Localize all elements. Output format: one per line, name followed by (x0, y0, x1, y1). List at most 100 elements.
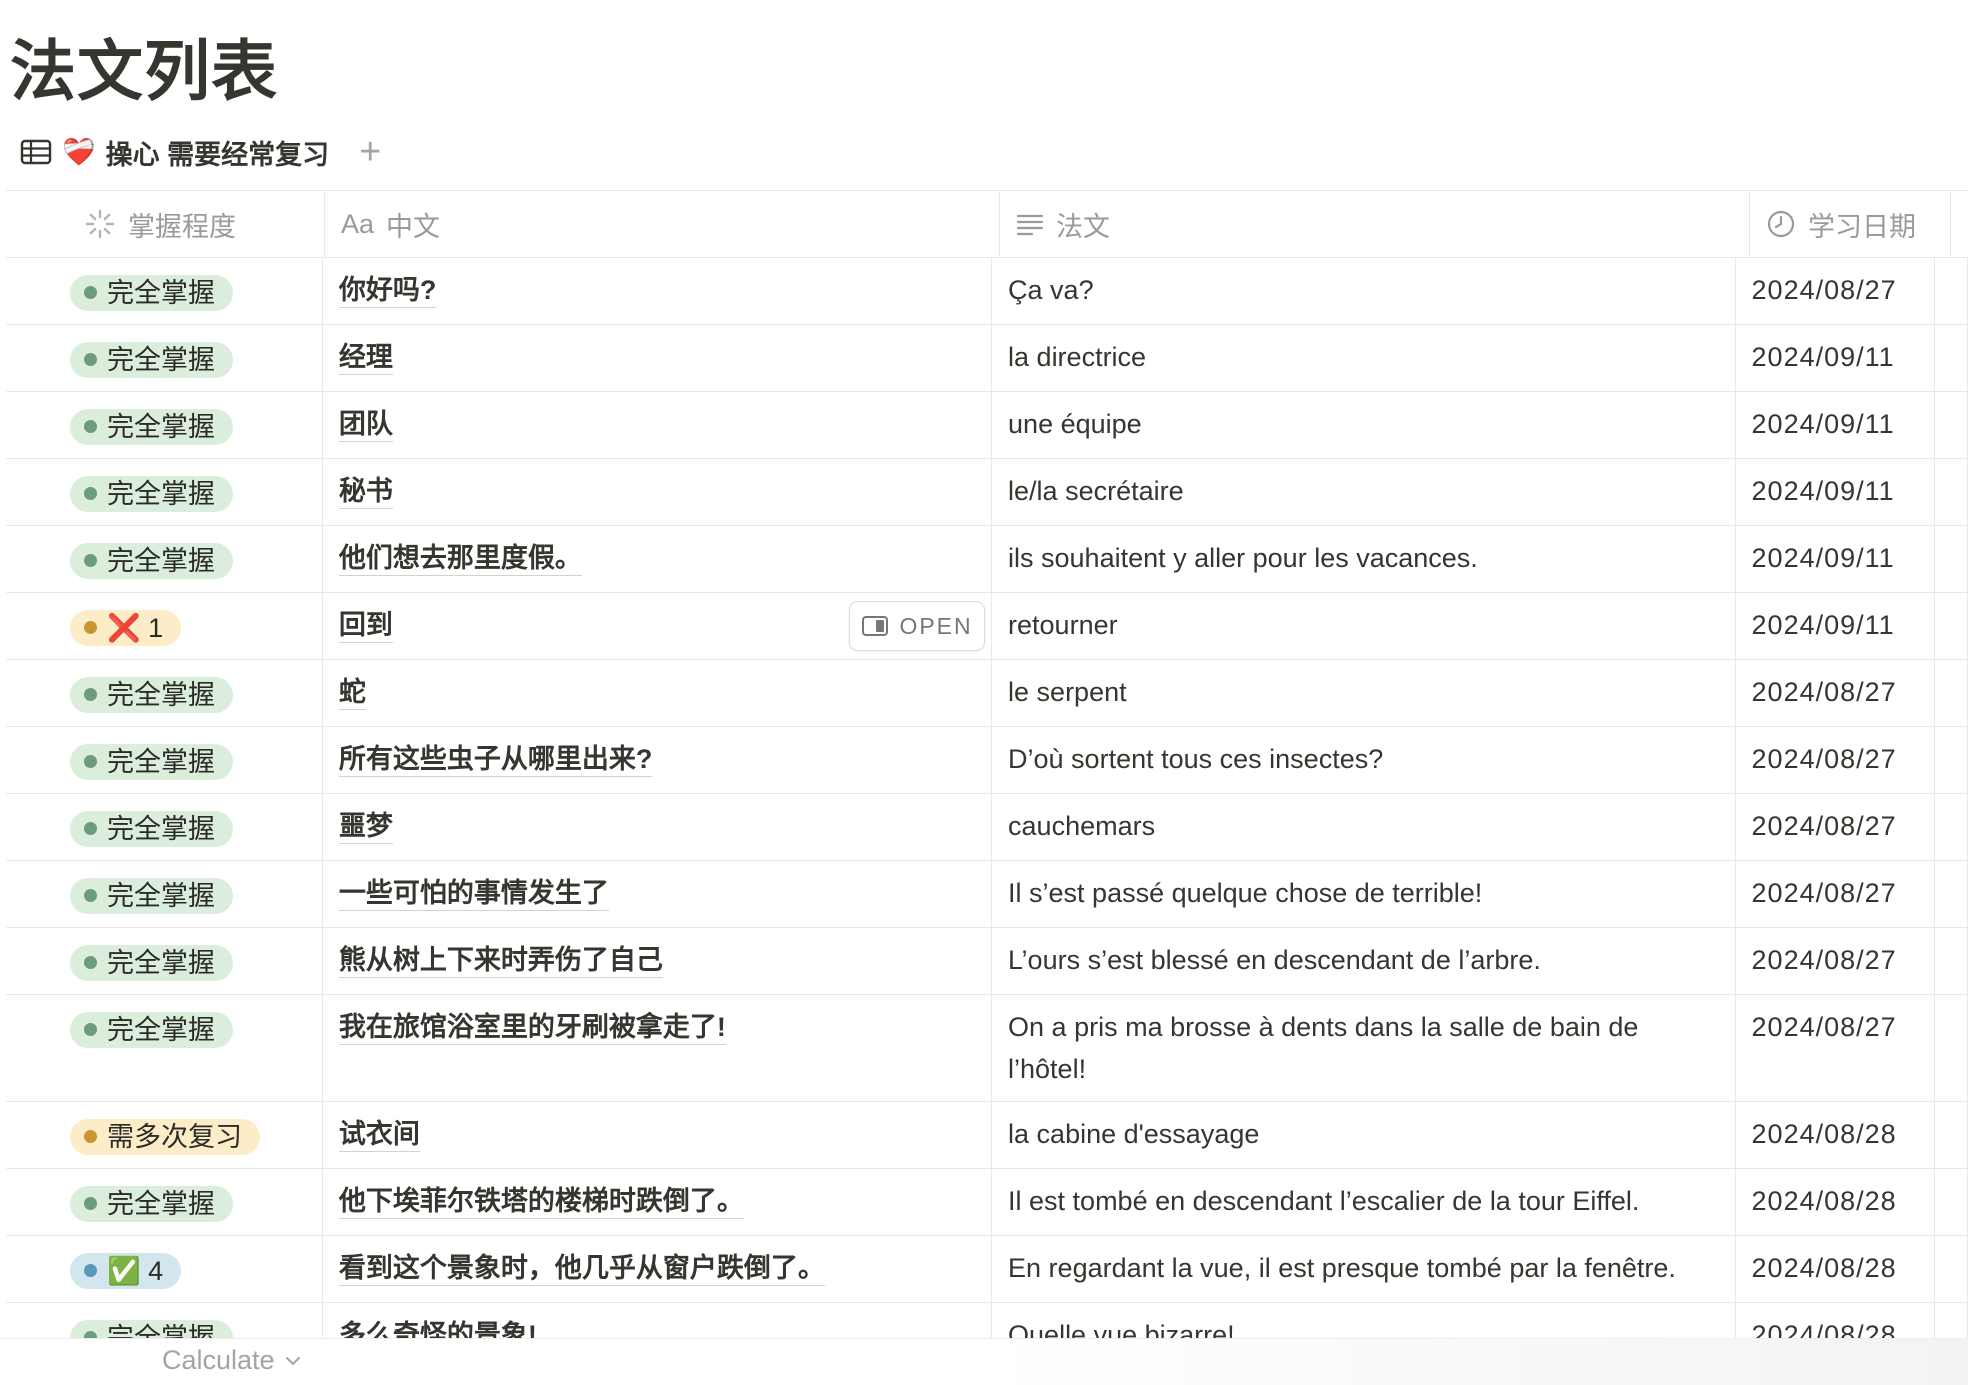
date-cell[interactable]: 2024/08/27 (1736, 995, 1936, 1101)
chinese-cell[interactable]: 团队 (323, 392, 993, 458)
status-tag[interactable]: 完全掌握 (70, 542, 233, 579)
chinese-title[interactable]: 回到 (338, 610, 393, 643)
status-tag[interactable]: 完全掌握 (70, 274, 233, 311)
date-cell[interactable]: 2024/08/27 (1736, 258, 1936, 324)
status-tag[interactable]: 完全掌握 (70, 408, 233, 445)
column-header-status[interactable]: 掌握程度 (6, 191, 325, 257)
french-cell[interactable]: Ça va? (992, 258, 1736, 324)
status-cell[interactable]: 完全掌握 (6, 995, 323, 1101)
chinese-cell[interactable]: 试衣间 (323, 1102, 993, 1168)
status-cell[interactable]: 完全掌握 (6, 258, 323, 324)
date-cell[interactable]: 2024/08/27 (1736, 727, 1936, 793)
date-cell[interactable]: 2024/08/28 (1736, 1236, 1936, 1302)
status-cell[interactable]: 完全掌握 (6, 794, 323, 860)
chinese-title[interactable]: 你好吗? (338, 275, 437, 308)
date-cell[interactable]: 2024/09/11 (1736, 526, 1936, 592)
date-cell[interactable]: 2024/08/28 (1736, 1102, 1936, 1168)
chinese-title[interactable]: 试衣间 (338, 1119, 420, 1152)
chinese-title[interactable]: 经理 (338, 342, 393, 375)
french-cell[interactable]: la cabine d'essayage (992, 1102, 1736, 1168)
chinese-cell[interactable]: 秘书 (323, 459, 993, 525)
date-cell[interactable]: 2024/09/11 (1736, 392, 1936, 458)
french-cell[interactable]: une équipe (992, 392, 1736, 458)
table-row[interactable]: 完全掌握 噩梦 cauchemars 2024/08/27 (6, 794, 1968, 861)
french-cell[interactable]: Il est tombé en descendant l’escalier de… (992, 1169, 1736, 1235)
table-row[interactable]: 需多次复习 试衣间 la cabine d'essayage 2024/08/28 (6, 1102, 1968, 1169)
chinese-title[interactable]: 熊从树上下来时弄伤了自己 (338, 945, 663, 978)
status-tag[interactable]: 需多次复习 (70, 1118, 260, 1155)
status-cell[interactable]: 完全掌握 (6, 660, 323, 726)
status-tag[interactable]: 完全掌握 (70, 1185, 233, 1222)
status-cell[interactable]: 完全掌握 (6, 861, 323, 927)
chinese-cell[interactable]: 所有这些虫子从哪里出来? (323, 727, 993, 793)
chinese-title[interactable]: 噩梦 (338, 811, 393, 844)
table-row[interactable]: 完全掌握 蛇 le serpent 2024/08/27 (6, 660, 1968, 727)
status-cell[interactable]: ✅ 4 (6, 1236, 323, 1302)
status-tag[interactable]: 完全掌握 (70, 810, 233, 847)
table-row[interactable]: 完全掌握 一些可怕的事情发生了 Il s’est passé quelque cho… (6, 861, 1968, 928)
chinese-title[interactable]: 我在旅馆浴室里的牙刷被拿走了! (338, 1012, 726, 1045)
date-cell[interactable]: 2024/09/11 (1736, 459, 1936, 525)
french-cell[interactable]: le serpent (992, 660, 1736, 726)
chinese-cell[interactable]: 噩梦 (323, 794, 993, 860)
chinese-cell[interactable]: 熊从树上下来时弄伤了自己 (323, 928, 993, 994)
table-row[interactable]: 完全掌握 所有这些虫子从哪里出来? D’où sortent tous ces in… (6, 727, 1968, 794)
column-header-chinese[interactable]: Aa 中文 (325, 191, 1000, 257)
status-tag[interactable]: 完全掌握 (70, 944, 233, 981)
status-tag[interactable]: 完全掌握 (70, 743, 233, 780)
chinese-title[interactable]: 秘书 (338, 476, 393, 509)
table-row[interactable]: 完全掌握 他们想去那里度假。 ils souhaitent y aller pour… (6, 526, 1968, 593)
date-cell[interactable]: 2024/09/11 (1736, 325, 1936, 391)
french-cell[interactable]: L’ours s’est blessé en descendant de l’a… (992, 928, 1736, 994)
view-tab[interactable]: ❤️‍🩹 操心 需要经常复习 (20, 133, 329, 172)
table-row[interactable]: ❌ 1 回到 OPEN retourner 2024/09/11 (6, 593, 1968, 660)
column-header-french[interactable]: 法文 (1000, 191, 1750, 257)
calculate-button[interactable]: Calculate (162, 1345, 301, 1376)
status-cell[interactable]: 完全掌握 (6, 727, 323, 793)
status-cell[interactable]: 完全掌握 (6, 392, 323, 458)
chinese-title[interactable]: 所有这些虫子从哪里出来? (338, 744, 653, 777)
chinese-cell[interactable]: 我在旅馆浴室里的牙刷被拿走了! (323, 995, 993, 1101)
status-cell[interactable]: 完全掌握 (6, 325, 323, 391)
status-cell[interactable]: 需多次复习 (6, 1102, 323, 1168)
french-cell[interactable]: le/la secrétaire (992, 459, 1736, 525)
chinese-title[interactable]: 他们想去那里度假。 (338, 543, 582, 576)
status-tag[interactable]: 完全掌握 (70, 475, 233, 512)
status-cell[interactable]: 完全掌握 (6, 526, 323, 592)
chinese-cell[interactable]: 蛇 (323, 660, 993, 726)
date-cell[interactable]: 2024/08/28 (1736, 1169, 1936, 1235)
status-tag[interactable]: ✅ 4 (70, 1252, 182, 1289)
date-cell[interactable]: 2024/08/27 (1736, 861, 1936, 927)
table-row[interactable]: 完全掌握 你好吗? Ça va? 2024/08/27 (6, 258, 1968, 325)
status-tag[interactable]: 完全掌握 (70, 1011, 233, 1048)
status-tag[interactable]: 完全掌握 (70, 341, 233, 378)
french-cell[interactable]: On a pris ma brosse à dents dans la sall… (992, 995, 1736, 1101)
chinese-cell[interactable]: 看到这个景象时，他几乎从窗户跌倒了。 (323, 1236, 993, 1302)
table-row[interactable]: 完全掌握 我在旅馆浴室里的牙刷被拿走了! On a pris ma brosse à… (6, 995, 1968, 1102)
status-cell[interactable]: ❌ 1 (6, 593, 323, 659)
chinese-title[interactable]: 一些可怕的事情发生了 (338, 878, 609, 911)
chinese-cell[interactable]: 一些可怕的事情发生了 (323, 861, 993, 927)
french-cell[interactable]: cauchemars (992, 794, 1736, 860)
table-row[interactable]: 完全掌握 经理 la directrice 2024/09/11 (6, 325, 1968, 392)
add-view-button[interactable]: + (359, 131, 381, 174)
chinese-title[interactable]: 蛇 (338, 677, 366, 710)
status-cell[interactable]: 完全掌握 (6, 1169, 323, 1235)
date-cell[interactable]: 2024/09/11 (1736, 593, 1936, 659)
open-page-button[interactable]: OPEN (849, 601, 986, 651)
chinese-cell[interactable]: 你好吗? (323, 258, 993, 324)
french-cell[interactable]: En regardant la vue, il est presque tomb… (992, 1236, 1736, 1302)
date-cell[interactable]: 2024/08/27 (1736, 794, 1936, 860)
table-row[interactable]: 完全掌握 他下埃菲尔铁塔的楼梯时跌倒了。 Il est tombé en desce… (6, 1169, 1968, 1236)
status-tag[interactable]: ❌ 1 (70, 609, 182, 646)
french-cell[interactable]: ils souhaitent y aller pour les vacances… (992, 526, 1736, 592)
table-row[interactable]: 完全掌握 熊从树上下来时弄伤了自己 L’ours s’est blessé en d… (6, 928, 1968, 995)
date-cell[interactable]: 2024/08/27 (1736, 928, 1936, 994)
table-row[interactable]: 完全掌握 团队 une équipe 2024/09/11 (6, 392, 1968, 459)
status-tag[interactable]: 完全掌握 (70, 676, 233, 713)
table-row[interactable]: ✅ 4 看到这个景象时，他几乎从窗户跌倒了。 En regardant la vue… (6, 1236, 1968, 1303)
chinese-title[interactable]: 他下埃菲尔铁塔的楼梯时跌倒了。 (338, 1186, 744, 1219)
table-row[interactable]: 完全掌握 秘书 le/la secrétaire 2024/09/11 (6, 459, 1968, 526)
chinese-cell[interactable]: 他下埃菲尔铁塔的楼梯时跌倒了。 (323, 1169, 993, 1235)
french-cell[interactable]: D’où sortent tous ces insectes? (992, 727, 1736, 793)
